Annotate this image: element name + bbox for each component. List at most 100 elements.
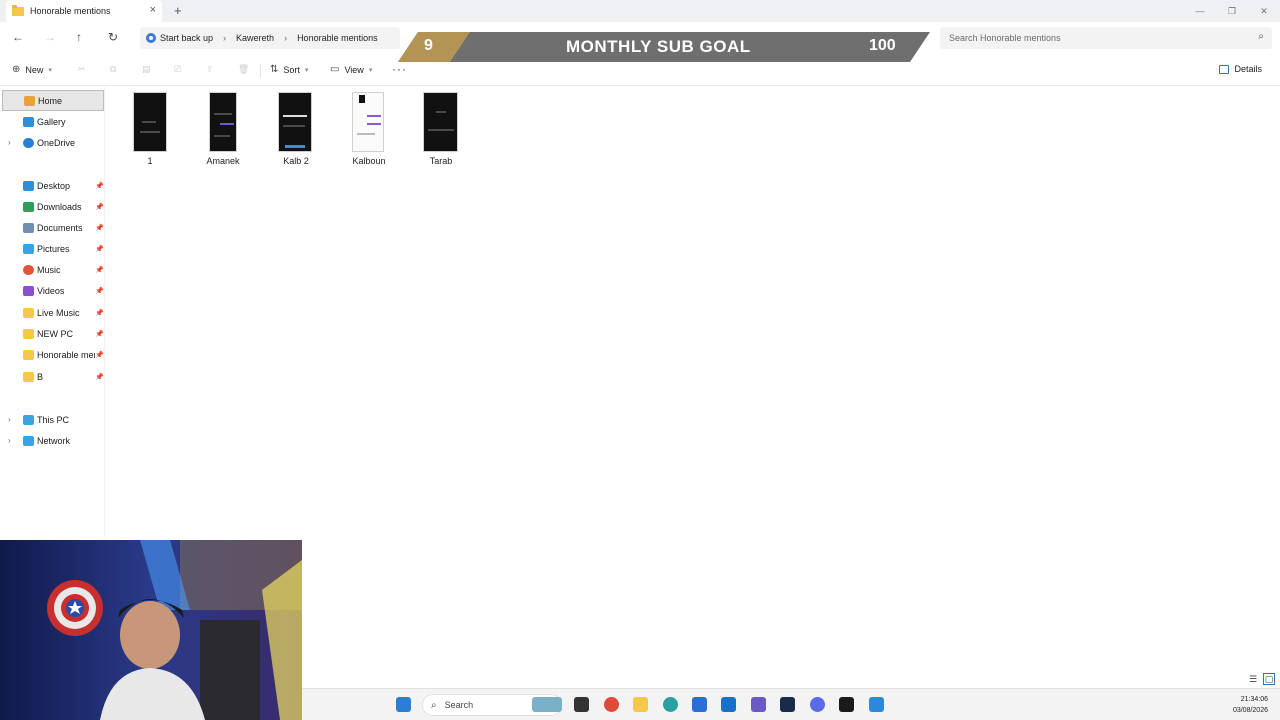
sidebar-item-this-pc[interactable]: › This PC: [0, 409, 104, 430]
sidebar-item-network[interactable]: › Network: [0, 430, 104, 451]
back-arrow-icon[interactable]: ←: [12, 30, 24, 44]
sidebar-item-documents[interactable]: Documents 📌: [0, 217, 104, 238]
file-item[interactable]: 1: [120, 92, 180, 166]
chevron-down-icon: ▾: [48, 66, 52, 74]
app-icon[interactable]: [839, 697, 854, 712]
sidebar-item-label: Music: [37, 264, 61, 275]
store-icon[interactable]: [692, 697, 707, 712]
thumb-detail: [367, 123, 381, 125]
goal-title: MONTHLY SUB GOAL: [566, 37, 751, 56]
sort-label: Sort: [283, 64, 300, 75]
up-arrow-icon[interactable]: ↑: [76, 30, 82, 44]
sidebar-item-new-pc[interactable]: NEW PC 📌: [0, 323, 104, 344]
pin-icon: 📌: [95, 266, 104, 274]
new-button[interactable]: ⊕ New ▾: [12, 64, 52, 75]
folder-icon: [23, 307, 34, 318]
pin-icon: 📌: [95, 351, 104, 359]
steam-icon[interactable]: [780, 697, 795, 712]
sidebar-item-desktop[interactable]: Desktop 📌: [0, 175, 104, 196]
details-view-icon[interactable]: ☰: [1247, 673, 1259, 685]
refresh-icon[interactable]: ↻: [108, 30, 118, 44]
plus-circle-icon: ⊕: [12, 64, 21, 75]
desktop-icon: [23, 180, 34, 191]
minimize-button[interactable]: —: [1184, 0, 1216, 22]
chevron-right-icon[interactable]: ›: [8, 138, 11, 147]
photos-icon[interactable]: [869, 697, 884, 712]
breadcrumb-item[interactable]: Kawereth: [236, 33, 274, 43]
clock[interactable]: 21:34:06 03/08/2026: [1233, 694, 1268, 716]
outlook-icon[interactable]: [721, 697, 736, 712]
sidebar-item-honorable-mentions[interactable]: Honorable ment 📌: [0, 344, 104, 365]
thumb-detail: [436, 111, 446, 113]
new-tab-button[interactable]: +: [174, 3, 182, 18]
tab-honorable-mentions[interactable]: Honorable mentions ×: [6, 0, 162, 22]
breadcrumb-item[interactable]: Start back up: [160, 33, 213, 43]
view-button[interactable]: ▭ View ▾: [330, 64, 372, 75]
search-icon: ⌕: [1258, 31, 1264, 42]
teams-icon[interactable]: [751, 697, 766, 712]
sidebar-item-label: Desktop: [37, 180, 71, 191]
large-icons-view-icon[interactable]: ▢: [1263, 673, 1275, 685]
sidebar-item-live-music[interactable]: Live Music 📌: [0, 302, 104, 323]
delete-icon[interactable]: 🗑: [238, 64, 249, 75]
view-toggles: ☰ ▢: [1247, 673, 1275, 685]
breadcrumb-item[interactable]: Honorable mentions: [297, 33, 378, 43]
sort-icon: ⇅: [270, 64, 279, 75]
chevron-right-icon: ›: [284, 33, 288, 43]
sidebar-item-music[interactable]: Music 📌: [0, 259, 104, 280]
pin-icon: 📌: [95, 245, 104, 253]
file-item[interactable]: Amanek: [193, 92, 253, 166]
chevron-right-icon[interactable]: ›: [8, 436, 11, 445]
thumb-detail: [220, 123, 234, 125]
pin-icon: 📌: [95, 373, 104, 381]
discord-icon[interactable]: [810, 697, 825, 712]
chevron-down-icon: ▾: [368, 66, 373, 74]
start-icon[interactable]: [396, 697, 411, 712]
file-item[interactable]: Kalboun: [339, 92, 399, 166]
sidebar-item-videos[interactable]: Videos 📌: [0, 280, 104, 301]
sidebar-item-label: Live Music: [37, 307, 80, 318]
chevron-right-icon[interactable]: ›: [8, 415, 11, 424]
thumb-detail: [283, 115, 307, 117]
file-explorer-icon[interactable]: [633, 697, 648, 712]
close-window-button[interactable]: ✕: [1248, 0, 1280, 22]
chevron-right-icon: ›: [223, 33, 227, 43]
maximize-button[interactable]: ❐: [1216, 0, 1248, 22]
forward-arrow-icon[interactable]: →: [44, 30, 56, 44]
sidebar-item-pictures[interactable]: Pictures 📌: [0, 238, 104, 259]
pictures-icon: [23, 243, 34, 254]
rename-icon[interactable]: ⎚: [174, 64, 181, 75]
sidebar-item-downloads[interactable]: Downloads 📌: [0, 196, 104, 217]
pc-icon: [23, 414, 34, 425]
sidebar-item-label: Gallery: [37, 116, 66, 127]
cut-icon[interactable]: ✂: [78, 64, 86, 75]
sidebar-item-label: Documents: [37, 222, 83, 233]
file-thumbnail: [133, 92, 167, 152]
sidebar-item-b[interactable]: B 📌: [0, 366, 104, 387]
file-item[interactable]: Kalb 2: [266, 92, 326, 166]
close-tab-icon[interactable]: ×: [150, 4, 156, 16]
edge-icon[interactable]: [663, 697, 678, 712]
chrome-icon[interactable]: [604, 697, 619, 712]
breadcrumb[interactable]: Start back up › Kawereth › Honorable men…: [140, 27, 400, 49]
details-button[interactable]: Details: [1219, 64, 1262, 74]
details-label: Details: [1234, 64, 1262, 74]
cloud-sync-icon: [146, 33, 156, 43]
view-label: View: [344, 64, 364, 75]
thumb-detail: [140, 131, 160, 133]
onedrive-icon: [23, 137, 34, 148]
sidebar-item-onedrive[interactable]: › OneDrive: [0, 132, 104, 153]
thumb-detail: [357, 133, 375, 135]
more-options-button[interactable]: ···: [392, 62, 407, 76]
sidebar-item-gallery[interactable]: Gallery: [0, 111, 104, 132]
file-item[interactable]: Tarab: [411, 92, 471, 166]
sort-button[interactable]: ⇅ Sort ▾: [270, 64, 308, 75]
pin-icon: 📌: [95, 330, 104, 338]
task-view-icon[interactable]: [574, 697, 589, 712]
file-thumbnail: [278, 92, 312, 152]
share-icon[interactable]: ⇪: [206, 64, 214, 75]
search-input[interactable]: Search Honorable mentions ⌕: [940, 27, 1272, 49]
paste-icon[interactable]: ▤: [142, 64, 151, 75]
copy-icon[interactable]: ⧉: [110, 64, 116, 75]
sidebar-item-home[interactable]: Home: [2, 90, 104, 111]
